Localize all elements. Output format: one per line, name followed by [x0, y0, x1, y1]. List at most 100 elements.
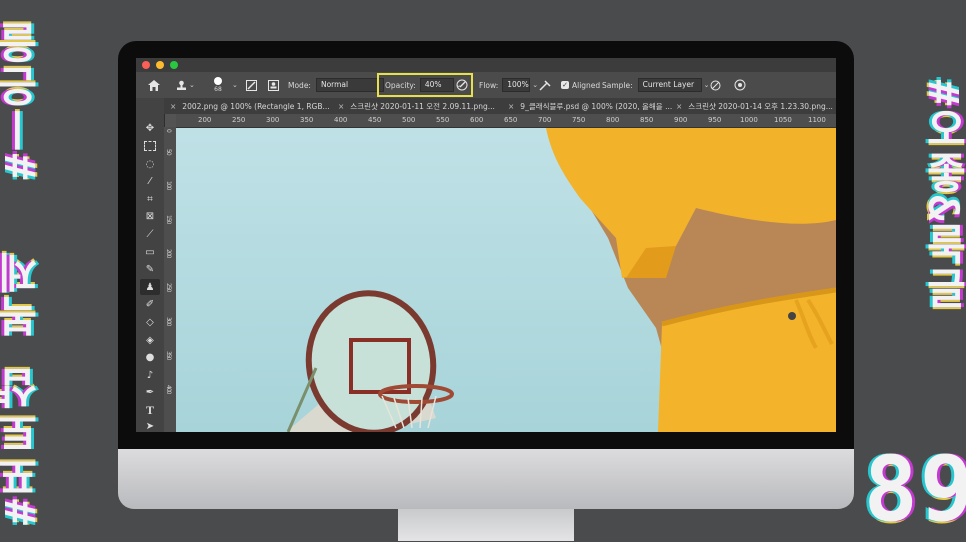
close-tab-icon[interactable]: × [508, 102, 514, 111]
pressure-size-button[interactable] [734, 72, 746, 98]
flow-chevron-icon[interactable]: ⌄ [532, 81, 538, 89]
tool-preset-picker[interactable]: ⌄ [176, 72, 195, 98]
eraser-tool[interactable]: ◇ [140, 314, 160, 330]
brush-icon: ✎ [145, 263, 155, 275]
crop-tool[interactable]: ⌗ [140, 191, 160, 207]
flow-input[interactable]: 100% [502, 78, 531, 92]
clone-stamp-tool[interactable]: ♟ [140, 279, 160, 295]
pen-tool[interactable]: ✒ [140, 384, 160, 400]
frame-tool[interactable]: ⊠ [140, 208, 160, 224]
sample-label: Sample: [602, 80, 633, 90]
ignore-adjustment-layers-button[interactable] [710, 72, 721, 98]
ruler-tick-label: 400 [334, 116, 348, 124]
ruler-tick-label: 0 [165, 129, 172, 132]
clone-source-toggle[interactable] [268, 72, 279, 98]
document-tab[interactable]: × 스크린샷 2020-01-11 오전 2.09.11.png... [338, 98, 495, 114]
ruler-tick-label: 850 [640, 116, 654, 124]
tab-label: 9_클래식블루.psd @ 100% (2020, 올해을 ... [520, 101, 673, 111]
brush-size: 68 [214, 86, 222, 93]
brush-picker-chevron[interactable]: ⌄ [230, 72, 238, 98]
brush-picker[interactable]: 68 [214, 72, 222, 98]
document-tab[interactable]: × 스크린샷 2020-01-14 오후 1.23.30.png... [676, 98, 833, 114]
healing-brush-tool[interactable]: ▭ [140, 244, 160, 260]
stamp-icon: ♟ [145, 281, 155, 293]
flow-label: Flow: [479, 80, 499, 90]
options-bar: ⌄ 68 ⌄ Mode: Normal Opacity: 40% ⌄ Flow:… [136, 72, 836, 98]
tools-panel: ✥ ◌ ⁄ ⌗ ⊠ ⟋ ▭ ✎ ♟ ✐ ◇ ◈ ● ♪ ✒ T ➤ [136, 98, 165, 432]
marquee-tool[interactable] [140, 138, 160, 154]
close-tab-icon[interactable]: × [676, 102, 682, 111]
sample-select[interactable]: Current Layer [637, 78, 702, 92]
pressure-opacity-button[interactable] [456, 72, 468, 98]
dodge-tool[interactable]: ♪ [140, 367, 160, 383]
monitor-chin [118, 449, 854, 509]
dodge-icon: ♪ [146, 369, 154, 381]
zoom-window-button[interactable] [170, 61, 178, 69]
ignore-adjustment-icon [710, 80, 721, 90]
brush-tip-icon [214, 77, 222, 85]
marquee-icon [144, 141, 156, 151]
blur-tool[interactable]: ● [140, 349, 160, 365]
mode-label: Mode: [288, 80, 311, 90]
decor-text-left-top: #ㅣ은을 [0, 20, 45, 180]
pen-icon: ✒ [145, 386, 155, 398]
opacity-input[interactable]: 40% [419, 78, 454, 92]
close-tab-icon[interactable]: × [338, 102, 344, 111]
sample-chevron-icon[interactable]: ⌄ [704, 81, 710, 89]
eyedropper-tool[interactable]: ⟋ [140, 226, 160, 242]
ruler-tick-label: 300 [266, 116, 280, 124]
magic-wand-tool[interactable]: ⁄ [140, 173, 160, 189]
move-tool[interactable]: ✥ [140, 120, 160, 136]
ruler-tick-label: 650 [504, 116, 518, 124]
brush-tool[interactable]: ✎ [140, 261, 160, 277]
home-icon [148, 79, 160, 91]
path-selection-tool[interactable]: ➤ [140, 418, 160, 432]
document-tab[interactable]: × 9_클래식블루.psd @ 100% (2020, 올해을 ... [508, 98, 672, 114]
photo-image [286, 128, 836, 432]
document-tabs: × 2002.png @ 100% (Rectangle 1, RGB... × 스… [164, 98, 836, 114]
mode-select[interactable]: Normal [315, 78, 384, 92]
airbrush-button[interactable] [539, 72, 551, 98]
ruler-tick-label: 350 [165, 351, 172, 360]
ruler-tick-label: 950 [708, 116, 722, 124]
bucket-icon: ◈ [146, 334, 154, 346]
clone-source-icon [268, 79, 279, 91]
brush-settings-toggle[interactable] [246, 72, 257, 98]
history-brush-tool[interactable]: ✐ [140, 296, 160, 312]
tab-label: 스크린샷 2020-01-11 오전 2.09.11.png... [350, 101, 495, 111]
aligned-checkbox-group[interactable]: ✓ Aligned [561, 72, 600, 98]
ruler-tick-label: 500 [402, 116, 416, 124]
crop-icon: ⌗ [147, 193, 153, 205]
ruler-tick-label: 50 [165, 149, 172, 155]
close-window-button[interactable] [142, 61, 150, 69]
paint-bucket-tool[interactable]: ◈ [140, 332, 160, 348]
chevron-down-icon: ⌄ [189, 81, 195, 89]
horizontal-ruler: 200 250 300 350 400 450 500 550 600 650 … [176, 114, 836, 128]
close-tab-icon[interactable]: × [170, 102, 176, 111]
decor-text-right-bottom: 89 [863, 437, 966, 542]
lasso-icon: ◌ [145, 158, 155, 170]
ruler-tick-label: 250 [165, 283, 172, 292]
brush-settings-icon [246, 79, 257, 91]
ruler-tick-label: 550 [436, 116, 450, 124]
ruler-tick-label: 150 [165, 215, 172, 224]
eraser-icon: ◇ [146, 316, 154, 328]
decor-text-right-top: #오좋&룩글 [919, 80, 966, 311]
ruler-tick-label: 250 [232, 116, 246, 124]
decor-text-left-bottom: #포토샵 복제 [0, 250, 45, 525]
basketball-hoop [286, 290, 454, 432]
home-button[interactable] [148, 72, 160, 98]
lasso-tool[interactable]: ◌ [140, 156, 160, 172]
document-canvas[interactable] [176, 128, 836, 432]
arrow-icon: ➤ [145, 420, 155, 432]
type-tool[interactable]: T [140, 402, 160, 418]
ruler-tick-label: 600 [470, 116, 484, 124]
document-tab[interactable]: × 2002.png @ 100% (Rectangle 1, RGB... [170, 98, 330, 114]
ruler-tick-label: 750 [572, 116, 586, 124]
ruler-tick-label: 300 [165, 317, 172, 326]
type-icon: T [145, 402, 154, 417]
title-bar [136, 58, 836, 72]
aligned-checkbox[interactable]: ✓ [561, 81, 569, 89]
minimize-window-button[interactable] [156, 61, 164, 69]
pressure-opacity-icon [456, 79, 468, 91]
